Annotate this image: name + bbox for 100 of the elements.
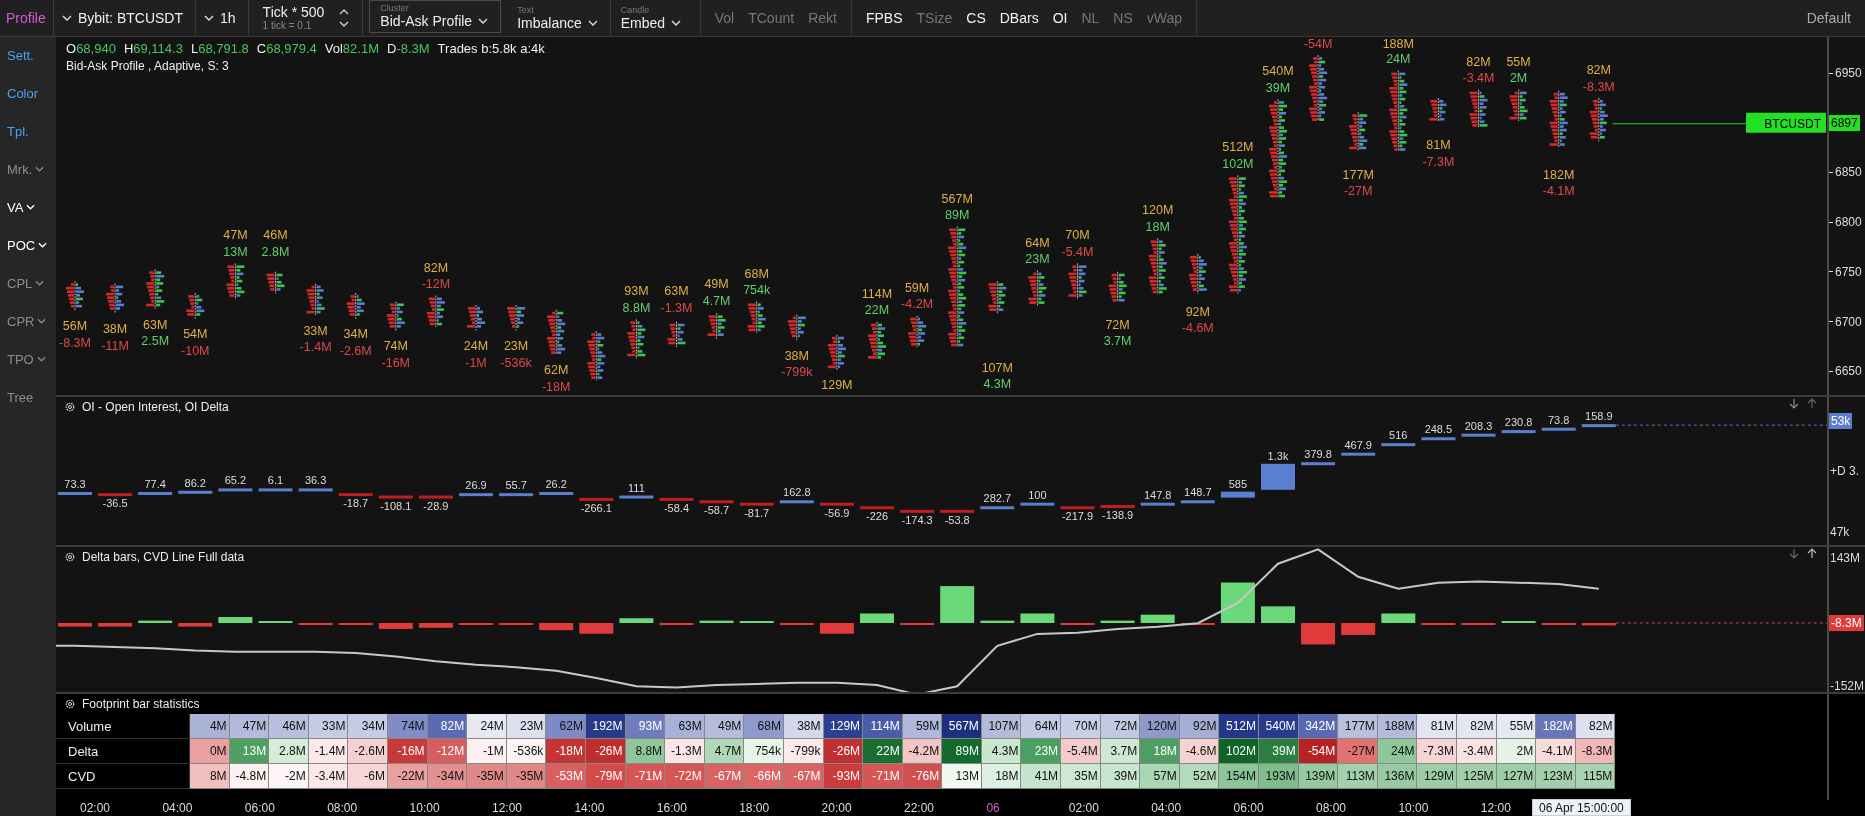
- table-cell: -71M: [863, 764, 903, 789]
- table-cell: -53M: [546, 764, 586, 789]
- table-cell: -4.8M: [229, 764, 270, 789]
- delta-label: -4.6M: [1181, 321, 1214, 336]
- table-cell: -27M: [1338, 739, 1378, 764]
- footprint-candle: [146, 268, 165, 310]
- toggle-button[interactable]: OI: [1052, 10, 1068, 26]
- table-cell: 8.8M: [625, 739, 666, 764]
- volume-label: 38M: [784, 348, 809, 363]
- delta-label: 13M: [223, 245, 248, 260]
- table-cell: -72M: [665, 764, 705, 789]
- table-cell: 13M: [229, 739, 270, 764]
- arrow-down-icon[interactable]: [1789, 398, 1799, 409]
- layout-button[interactable]: Default: [1806, 0, 1865, 36]
- table-cell: 512M: [1219, 714, 1260, 739]
- time-label: 18:00: [739, 801, 770, 815]
- toggle-button[interactable]: Rekt: [808, 10, 837, 26]
- toggle-button[interactable]: CS: [966, 10, 986, 26]
- sidebar-item[interactable]: TPO: [0, 347, 56, 371]
- toggle-button[interactable]: TSize: [916, 10, 953, 26]
- table-cell: 4.7M: [704, 739, 745, 764]
- time-label: 10:00: [1398, 801, 1429, 815]
- volume-label: 74M: [383, 339, 408, 354]
- settings-icon[interactable]: [64, 401, 76, 413]
- oi-value-label: -174.3: [901, 513, 933, 526]
- oi-value-label: -108.1: [380, 499, 412, 512]
- oi-value-label: -53.8: [944, 513, 970, 526]
- footprint-candle: [627, 318, 646, 360]
- oi-current-label: 53k: [1829, 413, 1853, 429]
- chart-type-dropdown[interactable]: Candle Embed: [610, 0, 701, 36]
- oi-value-label: -266.1: [580, 501, 612, 514]
- symbol-dropdown[interactable]: Bybit: BTCUSDT: [54, 0, 196, 36]
- volume-label: 24M: [463, 339, 489, 354]
- sidebar-item[interactable]: VA: [0, 195, 56, 219]
- delta-label: -10M: [181, 343, 210, 358]
- table-cell: 34M: [348, 714, 388, 739]
- table-cell: 35M: [1061, 764, 1101, 789]
- table-cell: -79M: [585, 764, 626, 789]
- delta-label: -799k: [781, 365, 813, 380]
- ohlc-readout: D-8.3M: [387, 41, 430, 56]
- delta-label: 102M: [1222, 157, 1254, 172]
- table-cell: 33M: [308, 714, 349, 739]
- volume-label: 567M: [941, 191, 973, 206]
- settings-icon[interactable]: [64, 551, 76, 563]
- time-label: 08:00: [1316, 801, 1347, 815]
- oi-value-label: 1.3k: [1267, 449, 1289, 462]
- toggle-button[interactable]: vWap: [1146, 10, 1183, 26]
- sidebar-item[interactable]: Color: [0, 81, 56, 105]
- table-cell: 540M: [1259, 714, 1299, 739]
- timeframe-dropdown[interactable]: 1h: [196, 0, 249, 36]
- table-cell: 82M: [1575, 714, 1616, 739]
- table-cell: -26M: [823, 739, 864, 764]
- price-tick-label: 6700: [1829, 314, 1862, 329]
- table-cell: -18M: [546, 739, 586, 764]
- sidebar-item[interactable]: Tree: [0, 385, 56, 409]
- chart-type-dropdown[interactable]: Cluster Bid-Ask Profile: [369, 0, 502, 33]
- oi-value-label: 379.8: [1304, 448, 1332, 461]
- oi-value-label: -226: [866, 510, 888, 523]
- footprint-candle: [1188, 253, 1207, 295]
- footprint-candle: [787, 314, 806, 341]
- toggle-button[interactable]: TCount: [748, 10, 795, 26]
- toggle-button[interactable]: NL: [1081, 10, 1100, 26]
- delta-label: 22M: [864, 303, 890, 318]
- oi-value-label: 208.3: [1464, 419, 1493, 432]
- stepper-icon[interactable]: [338, 7, 351, 29]
- footprint-candle: [547, 309, 566, 355]
- oi-value-label: -217.9: [1061, 510, 1094, 523]
- sidebar-item[interactable]: Mrk.: [0, 157, 56, 181]
- arrow-down-icon[interactable]: [1789, 548, 1799, 559]
- toggle-button[interactable]: DBars: [999, 10, 1039, 26]
- table-cell: 567M: [942, 714, 982, 739]
- volume-label: 55M: [1506, 54, 1531, 69]
- volume-label: 81M: [1426, 138, 1451, 152]
- volume-label: 129M: [821, 378, 853, 393]
- time-label: 08:00: [327, 801, 358, 815]
- sidebar-item[interactable]: Tpl.: [0, 119, 56, 143]
- current-price-label: 6897: [1829, 114, 1860, 131]
- toggle-button[interactable]: Vol: [714, 10, 735, 26]
- volume-label: 114M: [861, 286, 893, 301]
- oi-value-label: 516: [1389, 429, 1408, 442]
- settings-icon[interactable]: [64, 698, 76, 710]
- arrow-up-icon[interactable]: [1807, 548, 1817, 559]
- table-cell: -3.4M: [308, 764, 349, 789]
- toggle-button[interactable]: NS: [1113, 10, 1133, 26]
- sidebar-item[interactable]: POC: [0, 233, 56, 257]
- toggle-button[interactable]: FPBS: [865, 10, 903, 26]
- oi-value-label: 86.2: [184, 476, 206, 489]
- chart-type-dropdown[interactable]: Text Imbalance: [507, 0, 611, 36]
- delta-label: 18M: [1145, 220, 1170, 235]
- profile-tab[interactable]: Profile: [0, 0, 54, 36]
- footprint-candle: [1509, 89, 1528, 122]
- table-cell: -54M: [1298, 739, 1339, 764]
- sidebar-item[interactable]: CPR: [0, 309, 56, 333]
- price-tick-label: 6800: [1829, 215, 1862, 230]
- footprint-candle: [747, 300, 766, 334]
- footprint-candle: [186, 292, 205, 320]
- sidebar-item[interactable]: CPL: [0, 271, 56, 295]
- table-cell: 57M: [1140, 764, 1180, 789]
- volume-label: 82M: [423, 260, 449, 275]
- sidebar-item[interactable]: Sett.: [0, 43, 56, 67]
